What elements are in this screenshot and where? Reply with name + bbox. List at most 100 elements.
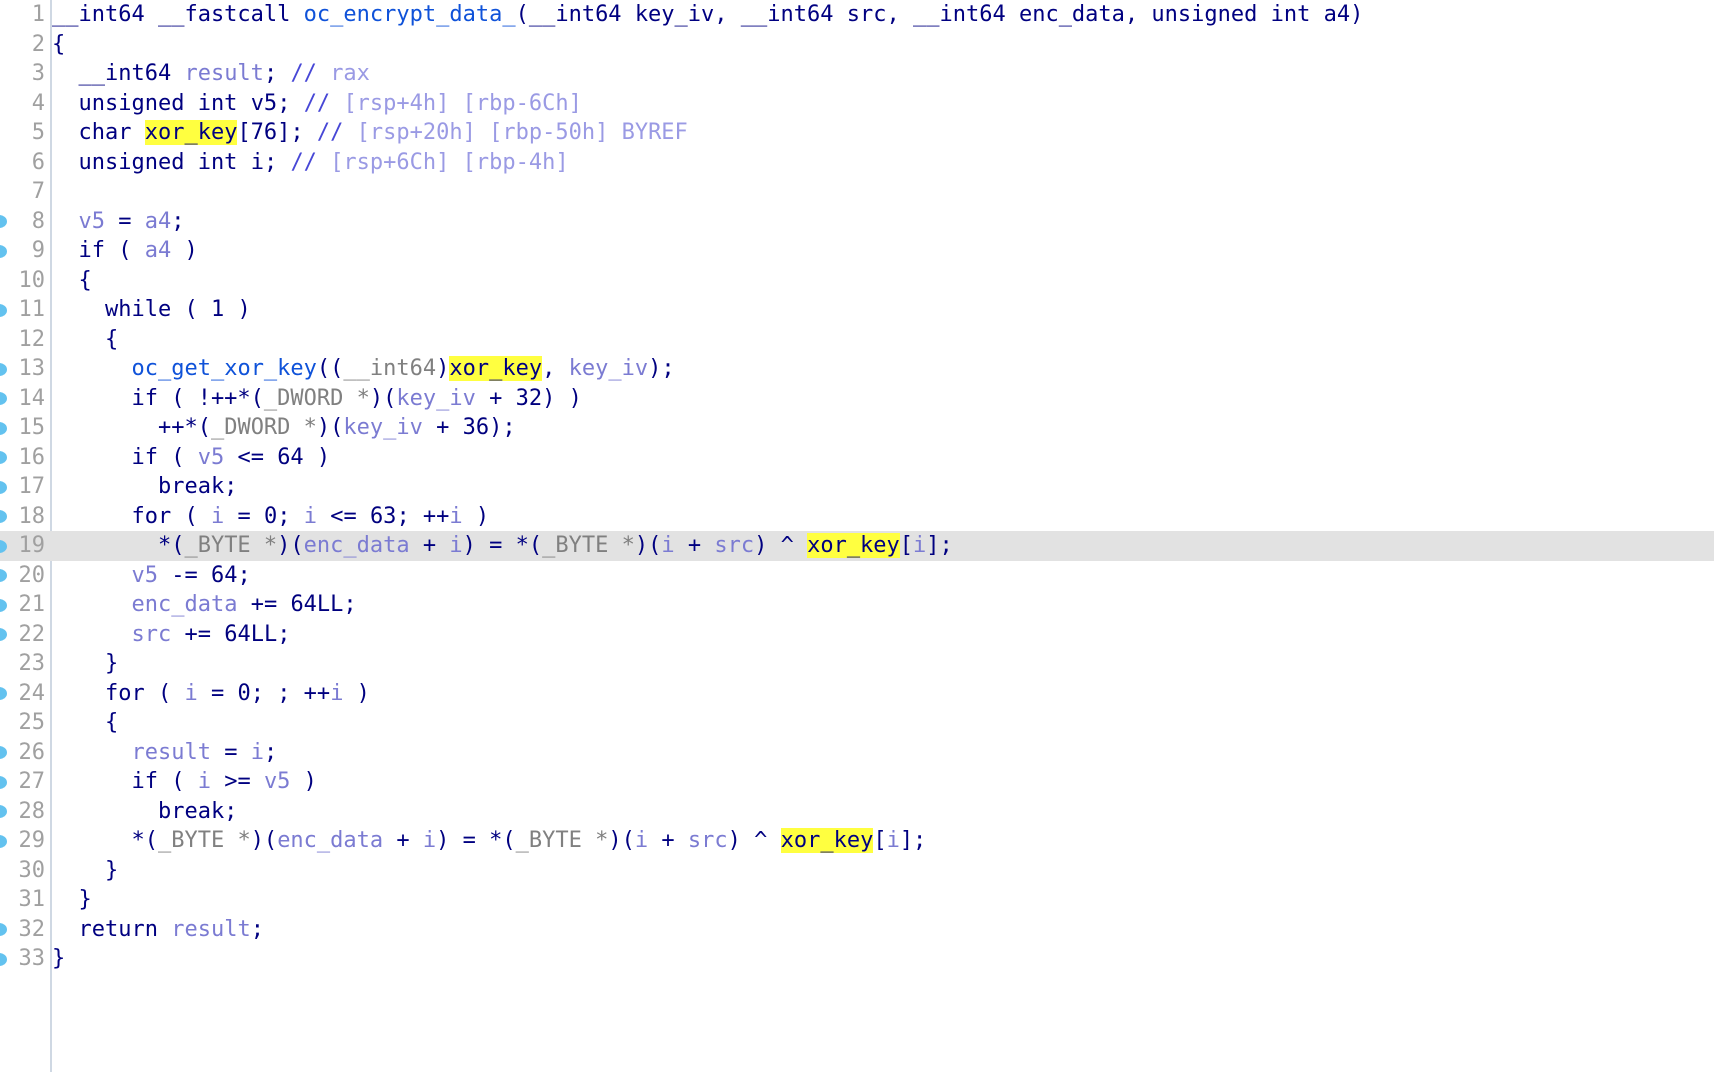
token-variable[interactable]: key_iv [396,386,475,411]
token-variable[interactable]: i [211,504,224,529]
code-line[interactable]: 8 v5 = a4; [0,207,1714,237]
token-variable[interactable]: enc_data [304,533,410,558]
code-text[interactable]: unsigned int i; // [rsp+6Ch] [rbp-4h] [52,148,568,178]
token-variable[interactable]: i [449,504,462,529]
token-variable[interactable]: key_iv [343,415,422,440]
token-variable[interactable]: result [171,917,250,942]
token-variable[interactable]: src [714,533,754,558]
code-line[interactable]: 9 if ( a4 ) [0,236,1714,266]
token-variable[interactable]: src [688,828,728,853]
code-line[interactable]: 24 for ( i = 0; ; ++i ) [0,679,1714,709]
token-param[interactable]: enc_data [1019,2,1125,27]
code-text[interactable]: } [52,885,91,915]
token-variable-highlighted[interactable]: xor_key [807,533,900,558]
code-line[interactable]: 18 for ( i = 0; i <= 63; ++i ) [0,502,1714,532]
code-text[interactable]: oc_get_xor_key((__int64)xor_key, key_iv)… [52,354,675,384]
token-variable[interactable]: a4 [145,238,172,263]
code-text[interactable]: { [52,30,65,60]
code-line[interactable]: 14 if ( !++*(_DWORD *)(key_iv + 32) ) [0,384,1714,414]
code-text[interactable]: if ( !++*(_DWORD *)(key_iv + 32) ) [52,384,581,414]
code-text[interactable]: __int64 __fastcall oc_encrypt_data_(__in… [52,0,1363,30]
code-text[interactable]: v5 = a4; [52,207,185,237]
token-variable[interactable]: i [913,533,926,558]
code-line[interactable]: 2 { [0,30,1714,60]
code-text[interactable]: enc_data += 64LL; [52,590,356,620]
code-line[interactable]: 16 if ( v5 <= 64 ) [0,443,1714,473]
code-text[interactable]: } [52,944,65,974]
token-variable-highlighted[interactable]: xor_key [780,828,874,853]
code-text[interactable]: { [52,266,91,296]
code-text[interactable]: if ( i >= v5 ) [52,767,316,797]
code-line[interactable]: 25 { [0,708,1714,738]
token-param[interactable]: key_iv [635,2,714,27]
code-text[interactable]: for ( i = 0; i <= 63; ++i ) [52,502,489,532]
code-line[interactable]: 21 enc_data += 64LL; [0,590,1714,620]
code-text[interactable]: *(_BYTE *)(enc_data + i) = *(_BYTE *)(i … [52,826,926,856]
code-line[interactable]: 31 } [0,885,1714,915]
code-line[interactable]: 3 __int64 result; // rax [0,59,1714,89]
token-variable[interactable]: i [198,769,211,794]
code-text[interactable]: if ( a4 ) [52,236,197,266]
token-variable[interactable]: i [304,504,317,529]
code-line[interactable]: 13 oc_get_xor_key((__int64)xor_key, key_… [0,354,1714,384]
token-variable[interactable]: key_iv [569,356,648,381]
token-variable[interactable]: i [423,828,436,853]
code-text[interactable]: if ( v5 <= 64 ) [52,443,330,473]
token-variable-highlighted[interactable]: xor_key [449,356,543,381]
code-line[interactable]: 17 break; [0,472,1714,502]
token-variable[interactable]: i [661,533,674,558]
token-variable[interactable]: result [184,61,263,86]
code-text[interactable]: char xor_key[76]; // [rsp+20h] [rbp-50h]… [52,118,688,148]
code-text[interactable]: { [52,708,118,738]
code-text[interactable]: unsigned int v5; // [rsp+4h] [rbp-6Ch] [52,89,581,119]
token-function-call[interactable]: oc_get_xor_key [131,356,316,381]
token-variable[interactable]: i [635,828,648,853]
code-line[interactable]: 11 while ( 1 ) [0,295,1714,325]
code-line[interactable]: 7 [0,177,1714,207]
token-variable[interactable]: i [184,681,197,706]
code-line[interactable]: 6 unsigned int i; // [rsp+6Ch] [rbp-4h] [0,148,1714,178]
code-line[interactable]: 10 { [0,266,1714,296]
token-variable[interactable]: v5 [131,563,158,588]
token-function-name[interactable]: oc_encrypt_data_ [304,2,516,27]
code-text[interactable]: result = i; [52,738,277,768]
code-line[interactable]: 4 unsigned int v5; // [rsp+4h] [rbp-6Ch] [0,89,1714,119]
code-text[interactable]: src += 64LL; [52,620,290,650]
token-variable[interactable]: i [887,828,900,853]
code-text[interactable]: ++*(_DWORD *)(key_iv + 36); [52,413,516,443]
code-line[interactable]: 27 if ( i >= v5 ) [0,767,1714,797]
code-line[interactable]: 30 } [0,856,1714,886]
code-text[interactable]: __int64 result; // rax [52,59,369,89]
code-text[interactable]: while ( 1 ) [52,295,251,325]
token-variable[interactable]: src [131,622,171,647]
code-line[interactable]: 15 ++*(_DWORD *)(key_iv + 36); [0,413,1714,443]
token-variable[interactable]: enc_data [277,828,383,853]
code-text[interactable]: for ( i = 0; ; ++i ) [52,679,370,709]
code-text[interactable]: v5 -= 64; [52,561,250,591]
token-variable[interactable]: a4 [145,209,172,234]
code-line[interactable]: 12 { [0,325,1714,355]
code-text[interactable]: } [52,856,118,886]
code-line[interactable]: 29 *(_BYTE *)(enc_data + i) = *(_BYTE *)… [0,826,1714,856]
token-variable[interactable]: i [251,740,264,765]
code-text[interactable]: } [52,649,118,679]
code-line-current[interactable]: 19 *(_BYTE *)(enc_data + i) = *(_BYTE *)… [0,531,1714,561]
token-variable[interactable]: i [449,533,462,558]
token-variable[interactable]: enc_data [131,592,237,617]
code-text[interactable]: break; [52,797,237,827]
code-text[interactable]: break; [52,472,237,502]
code-line[interactable]: 1 __int64 __fastcall oc_encrypt_data_(__… [0,0,1714,30]
code-line[interactable]: 22 src += 64LL; [0,620,1714,650]
code-line[interactable]: 20 v5 -= 64; [0,561,1714,591]
code-line[interactable]: 32 return result; [0,915,1714,945]
token-variable[interactable]: v5 [264,769,291,794]
code-text[interactable]: *(_BYTE *)(enc_data + i) = *(_BYTE *)(i … [52,531,953,561]
code-text[interactable]: { [52,325,118,355]
token-param[interactable]: src [847,2,887,27]
token-param[interactable]: a4 [1324,2,1351,27]
pseudocode-view[interactable]: 1 __int64 __fastcall oc_encrypt_data_(__… [0,0,1714,1072]
token-variable[interactable]: v5 [251,91,278,116]
token-variable[interactable]: v5 [198,445,225,470]
token-variable[interactable]: v5 [79,209,106,234]
token-variable[interactable]: i [251,150,264,175]
